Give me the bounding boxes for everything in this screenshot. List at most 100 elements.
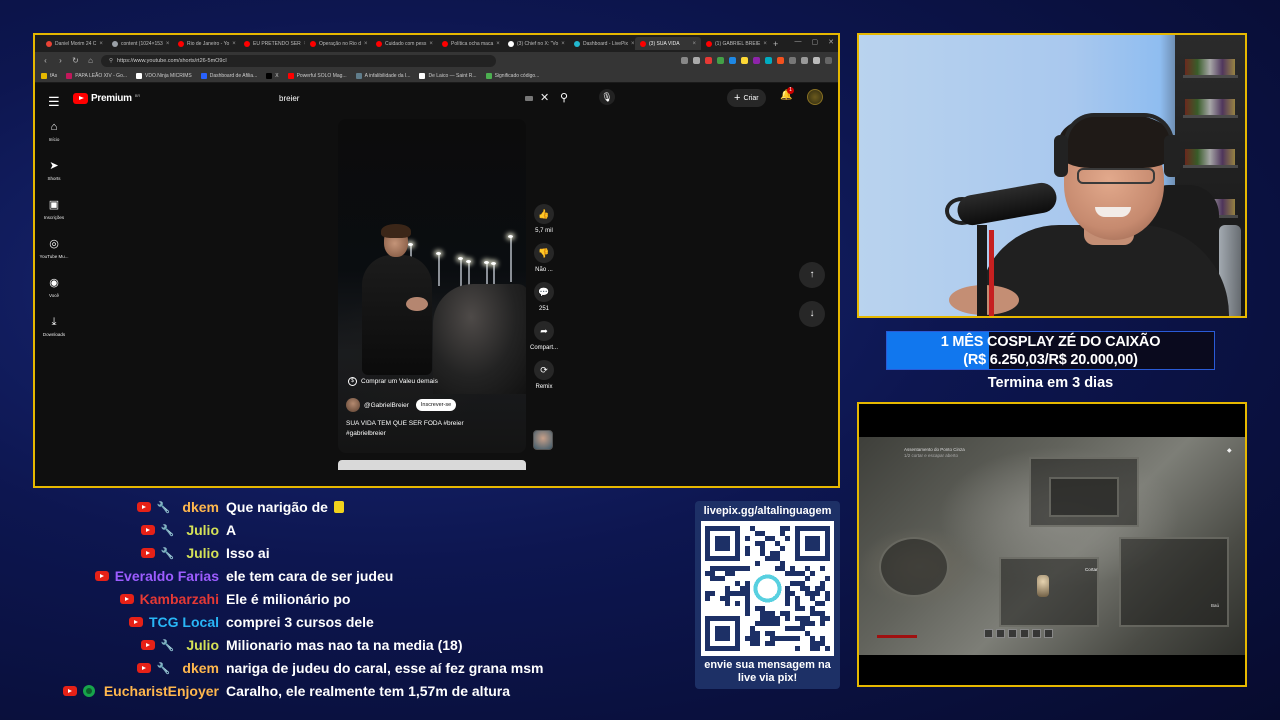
extension-icon[interactable]: [741, 57, 748, 64]
hamburger-menu-icon[interactable]: ☰: [48, 94, 60, 110]
site-info-icon[interactable]: ⚲: [109, 55, 113, 67]
extension-icon[interactable]: [717, 57, 724, 64]
sidebar-item-home[interactable]: ⌂ Início: [35, 120, 73, 159]
bookmark-item[interactable]: fAs: [41, 72, 57, 79]
comment-button[interactable]: 💬 251: [531, 282, 557, 312]
sidebar-item-subscriptions[interactable]: ▣ Inscrições: [35, 198, 73, 237]
more-menu-icon[interactable]: [825, 57, 832, 64]
like-button[interactable]: 👍 5,7 mil: [531, 204, 557, 234]
extension-icon[interactable]: [765, 57, 772, 64]
browser-tab[interactable]: Daniel Morim 24 C ×: [41, 37, 107, 50]
extension-icon[interactable]: [753, 57, 760, 64]
new-tab-button[interactable]: +: [773, 39, 778, 49]
next-short-arrow-icon[interactable]: ↓: [799, 301, 825, 327]
close-window-icon[interactable]: ✕: [828, 38, 834, 46]
chat-username[interactable]: Kambarzahi: [140, 591, 219, 607]
chat-username[interactable]: Julio: [186, 522, 219, 538]
bookmark-item[interactable]: PAPA LEÃO XIV - Go...: [66, 72, 127, 79]
tab-close-icon[interactable]: ×: [429, 41, 433, 47]
back-icon[interactable]: ‹: [41, 56, 50, 65]
youtube-premium-logo[interactable]: Premium BR: [73, 93, 140, 104]
buy-thanks-button[interactable]: $ Comprar um Valeu demais: [348, 377, 438, 386]
sidebar-item-downloads[interactable]: ⤓ Downloads: [35, 315, 73, 354]
tab-favicon-icon: [442, 40, 448, 47]
sidebar-item-you[interactable]: ◉ Você: [35, 276, 73, 315]
bookmark-star-icon[interactable]: [693, 57, 700, 64]
dislike-button[interactable]: 👎 Não ...: [531, 243, 557, 273]
voice-search-icon[interactable]: 🎙: [599, 89, 615, 105]
minimize-icon[interactable]: —: [795, 38, 802, 46]
search-input[interactable]: breier ✕: [273, 89, 558, 108]
chat-message: Everaldo Farias ele tem cara de ser judeu: [0, 567, 393, 585]
search-icon[interactable]: ⚲: [560, 91, 568, 104]
tab-close-icon[interactable]: ×: [763, 41, 767, 47]
chat-username[interactable]: dkem: [182, 660, 219, 676]
subscribe-button[interactable]: Inscrever-se: [415, 399, 457, 411]
browser-tab[interactable]: Política ocha maca ×: [437, 37, 503, 50]
short-video-player[interactable]: $ Comprar um Valeu demais @GabrielBreier…: [338, 119, 526, 453]
tab-close-icon[interactable]: ×: [99, 41, 103, 47]
goal-amount: (R$ 6.250,03/R$ 20.000,00): [963, 352, 1138, 368]
chat-badges: 🔧: [140, 524, 187, 537]
previous-short-arrow-icon[interactable]: ↑: [799, 262, 825, 288]
tab-close-icon[interactable]: ×: [232, 41, 236, 47]
bookmark-item[interactable]: Dashboard de Afilia...: [200, 72, 257, 79]
keyboard-icon[interactable]: [525, 96, 533, 101]
browser-tab[interactable]: Cuidado com pess ×: [371, 37, 437, 50]
bookmark-item[interactable]: De Laico — Saint R...: [419, 72, 477, 79]
bookmarks-bar: fAs PAPA LEÃO XIV - Go... VDO.Ninja MICRIM…: [35, 69, 838, 83]
share-button[interactable]: ➦ Compart...: [530, 321, 558, 351]
chat-username[interactable]: Everaldo Farias: [115, 568, 219, 584]
extensions-puzzle-icon[interactable]: [801, 57, 808, 64]
tab-close-icon[interactable]: ×: [561, 41, 565, 47]
chat-username[interactable]: EucharistEnjoyer: [104, 683, 219, 699]
browser-tab[interactable]: (1) GABRIEL BREIE ×: [701, 37, 767, 50]
next-short-preview[interactable]: [338, 460, 526, 470]
browser-tab[interactable]: Dashboard - LivePix ×: [569, 37, 635, 50]
browser-tab[interactable]: Rio de Janeiro - Yo ×: [173, 37, 239, 50]
create-button[interactable]: + Criar: [727, 89, 766, 107]
chat-badges: [62, 685, 104, 697]
home-button-icon[interactable]: ⌂: [86, 56, 95, 65]
browser-tab[interactable]: (3) Chief no X: "Vo ×: [503, 37, 569, 50]
browser-tab[interactable]: Operação no Rio d ×: [305, 37, 371, 50]
extension-icon[interactable]: [729, 57, 736, 64]
extension-icon[interactable]: [789, 57, 796, 64]
forward-icon[interactable]: ›: [56, 56, 65, 65]
tab-close-icon[interactable]: ×: [496, 41, 500, 47]
clear-search-icon[interactable]: ✕: [540, 91, 549, 104]
notifications-bell-icon[interactable]: 🔔 1: [780, 87, 794, 101]
account-avatar[interactable]: [807, 89, 823, 105]
sidebar-item-youtube-music[interactable]: ◎ YouTube Mu...: [35, 237, 73, 276]
tab-close-icon[interactable]: ×: [692, 41, 696, 47]
browser-tab[interactable]: EU PRETENDO SER×: [239, 37, 305, 50]
bookmark-item[interactable]: VDO.Ninja MICRIMS: [136, 72, 192, 79]
zoom-icon[interactable]: [681, 57, 688, 64]
chat-username[interactable]: dkem: [182, 499, 219, 515]
channel-name[interactable]: @GabrielBreier: [364, 402, 409, 409]
remix-button[interactable]: ⟳ Remix: [531, 360, 557, 390]
bookmark-item[interactable]: Significado código...: [485, 72, 539, 79]
address-bar[interactable]: ⚲ https://www.youtube.com/shorts/rt26-5m…: [101, 54, 496, 67]
chat-username[interactable]: TCG Local: [149, 614, 219, 630]
chat-text: Isso ai: [226, 545, 270, 561]
tab-close-icon[interactable]: ×: [364, 41, 368, 47]
maximize-icon[interactable]: ▢: [812, 38, 819, 46]
live-chat-overlay: 🔧 dkem Que narigão de 🔧 Julio A 🔧 Julio Isso ai E…: [0, 496, 680, 716]
extension-icon[interactable]: [705, 57, 712, 64]
bookmark-item[interactable]: X: [266, 72, 279, 79]
channel-avatar[interactable]: [346, 398, 360, 412]
chat-username[interactable]: Julio: [186, 637, 219, 653]
bookmark-item[interactable]: Powerful SOLO Mag...: [287, 72, 347, 79]
tab-close-icon[interactable]: ×: [166, 41, 170, 47]
chat-username[interactable]: Julio: [186, 545, 219, 561]
caption-line[interactable]: #gabrielbreier: [346, 429, 516, 439]
sidebar-item-shorts[interactable]: ➤ Shorts: [35, 159, 73, 198]
extension-icon[interactable]: [777, 57, 784, 64]
profile-icon[interactable]: [813, 57, 820, 64]
browser-tab[interactable]: (3) SUA VIDA ×: [635, 37, 701, 50]
browser-tab[interactable]: content (1024×153 ×: [107, 37, 173, 50]
bookmark-item[interactable]: A infalibilidade da I...: [355, 72, 410, 79]
reload-icon[interactable]: ↻: [71, 56, 80, 65]
audio-thumbnail[interactable]: [533, 430, 553, 450]
